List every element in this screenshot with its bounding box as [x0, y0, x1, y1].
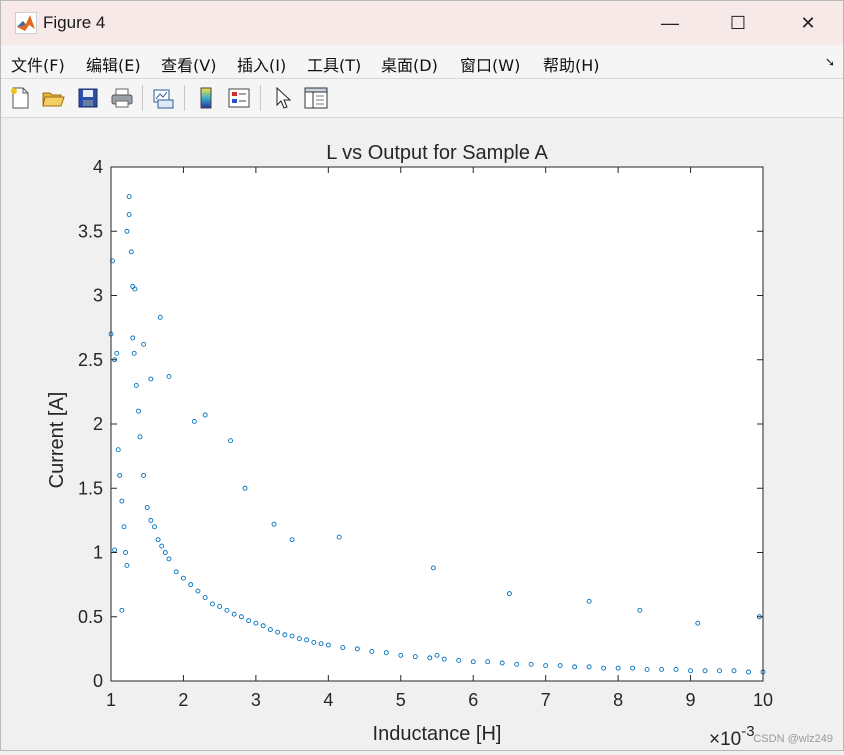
y-tick-label: 3	[93, 286, 103, 306]
colorbar-icon[interactable]	[192, 84, 220, 112]
y-tick-label: 3.5	[78, 221, 103, 241]
x-tick-label: 5	[396, 690, 406, 710]
menu-desktop[interactable]: 桌面(D)	[381, 52, 438, 76]
menu-window[interactable]: 窗口(W)	[460, 52, 520, 76]
edit-pointer-icon[interactable]	[269, 84, 297, 112]
property-inspector-icon[interactable]	[302, 84, 330, 112]
x-exponent-base: ×10	[709, 729, 741, 750]
minimize-button[interactable]: —	[635, 1, 705, 45]
new-figure-icon[interactable]	[6, 84, 34, 112]
save-icon[interactable]	[74, 84, 102, 112]
x-tick-label: 1	[106, 690, 116, 710]
figure-canvas: 1 2 3 4 5 6 7 8 9 10 0 0.5 1 1.5 2 2.5 3 3.5 4 L vs Output…	[1, 118, 843, 750]
print-icon[interactable]	[108, 84, 136, 112]
close-button[interactable]: ✕	[773, 1, 843, 45]
menu-view[interactable]: 查看(V)	[161, 52, 216, 76]
y-tick-label: 0	[93, 671, 103, 691]
y-tick-label: 2	[93, 414, 103, 434]
title-bar[interactable]: Figure 4 — ☐ ✕	[1, 1, 843, 45]
x-tick-label: 8	[613, 690, 623, 710]
y-tick-label: 1	[93, 543, 103, 563]
menu-file[interactable]: 文件(F)	[11, 52, 65, 76]
scatter-chart[interactable]: 1 2 3 4 5 6 7 8 9 10 0 0.5 1 1.5 2 2.5 3 3.5 4 L vs Output…	[1, 118, 843, 750]
toolbar-separator	[142, 85, 143, 111]
x-tick-label: 3	[251, 690, 261, 710]
y-tick-label: 2.5	[78, 350, 103, 370]
x-tick-label: 4	[323, 690, 333, 710]
chart-title: L vs Output for Sample A	[326, 142, 548, 164]
window-title: Figure 4	[43, 13, 106, 32]
open-file-icon[interactable]	[39, 84, 67, 112]
menu-edit[interactable]: 编辑(E)	[86, 52, 141, 76]
menu-bar: 文件(F) 编辑(E) 查看(V) 插入(I) 工具(T) 桌面(D) 窗口(W…	[1, 45, 843, 79]
x-tick-label: 9	[686, 690, 696, 710]
dock-figure-icon[interactable]: ➘	[825, 55, 835, 69]
y-axis-label: Current [A]	[46, 392, 68, 489]
x-tick-label: 6	[468, 690, 478, 710]
y-tick-label: 1.5	[78, 478, 103, 498]
menu-insert[interactable]: 插入(I)	[237, 52, 286, 76]
y-tick-label: 4	[93, 157, 103, 177]
matlab-logo-icon	[15, 12, 37, 34]
maximize-button[interactable]: ☐	[703, 1, 773, 45]
legend-icon[interactable]	[225, 84, 253, 112]
toolbar-separator	[260, 85, 261, 111]
watermark: CSDN @wlz249	[753, 733, 833, 745]
plot-area	[111, 167, 763, 681]
x-tick-label: 7	[541, 690, 551, 710]
x-tick-label: 10	[753, 690, 773, 710]
link-plot-icon[interactable]	[149, 84, 177, 112]
figure-window: Figure 4 — ☐ ✕ 文件(F) 编辑(E) 查看(V) 插入(I) 工…	[0, 0, 844, 751]
menu-help[interactable]: 帮助(H)	[543, 52, 600, 76]
x-tick-label: 2	[178, 690, 188, 710]
x-axis-label: Inductance [H]	[373, 723, 502, 745]
menu-tools[interactable]: 工具(T)	[307, 52, 361, 76]
y-tick-label: 0.5	[78, 607, 103, 627]
toolbar-separator	[184, 85, 185, 111]
figure-toolbar	[1, 79, 843, 118]
x-exponent-label: ×10-3	[709, 723, 755, 750]
